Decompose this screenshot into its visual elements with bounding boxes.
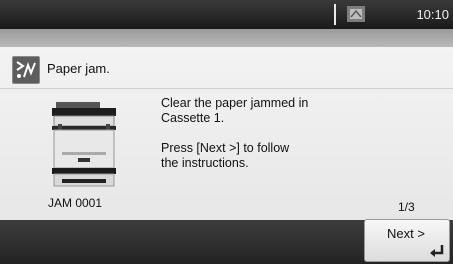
message-line-3: Press [Next >] to follow (161, 141, 290, 155)
paper-jam-icon (12, 56, 40, 84)
page-indicator: 1/3 (398, 200, 415, 214)
status-bar: 10:10 (0, 0, 453, 29)
next-button[interactable]: Next > (364, 219, 450, 262)
message-line-2: Cassette 1. (161, 111, 225, 125)
paper-tray-icon (347, 6, 365, 22)
enter-icon (430, 245, 444, 257)
jam-code: JAM 0001 (48, 196, 103, 210)
header-divider (0, 88, 453, 89)
alert-title: Paper jam. (47, 61, 110, 76)
clock: 10:10 (416, 7, 449, 22)
status-separator (334, 4, 336, 25)
message-line-4: the instructions. (161, 156, 249, 170)
message-line-1: Clear the paper jammed in (161, 96, 309, 110)
title-band (0, 29, 453, 47)
printer-icon (52, 102, 116, 187)
next-button-label: Next > (387, 226, 425, 241)
